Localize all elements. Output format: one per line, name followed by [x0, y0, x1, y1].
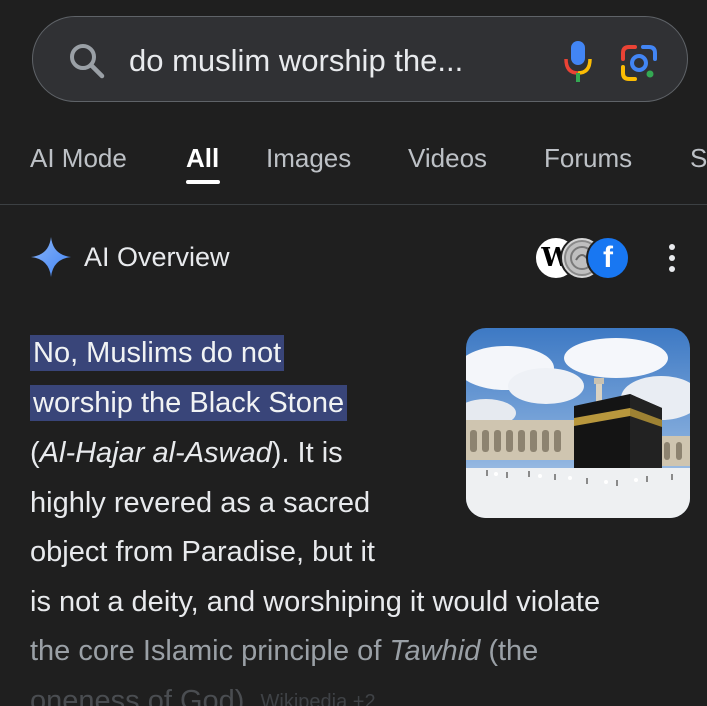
search-icon[interactable] [67, 41, 107, 81]
ai-overview-header: AI Overview W f [0, 230, 707, 286]
tab-ai-mode[interactable]: AI Mode [30, 142, 127, 174]
search-bar[interactable]: do muslim worship the... [32, 16, 688, 102]
kaaba-image [466, 328, 690, 518]
term-tawhid: Tawhid [389, 635, 481, 667]
ai-overview-title: AI Overview [84, 242, 230, 272]
facebook-icon[interactable]: f [586, 236, 630, 280]
microphone-icon[interactable] [563, 37, 593, 85]
answer-line-2: worship the Black Stone [30, 384, 348, 422]
answer-line-7-start: the core Islamic principle of [30, 635, 390, 667]
sparkle-icon [31, 237, 71, 277]
search-query[interactable]: do muslim worship the... [129, 41, 463, 81]
answer-line-5: object from Paradise, but it [30, 536, 375, 568]
search-tabs: AI Mode All Images Videos Forums S [0, 126, 707, 205]
answer-line-8-text: oneness of God). [30, 685, 253, 706]
answer-line-6: is not a deity, and worshiping it would … [30, 586, 601, 618]
answer-line-7: the core Islamic principle of Tawhid (th… [30, 632, 538, 670]
highlighted-answer-1: No, Muslims do not [30, 335, 285, 371]
kaaba-thumbnail[interactable] [466, 328, 690, 518]
tab-shopping[interactable]: S [690, 142, 707, 174]
citation-chip[interactable]: Wikipedia +2 [261, 683, 376, 706]
tab-all[interactable]: All [186, 142, 219, 174]
google-lens-icon[interactable] [619, 43, 659, 83]
answer-line-8: oneness of God). Wikipedia +2 [30, 682, 376, 706]
answer-line-4: highly revered as a sacred [30, 487, 371, 519]
facebook-letter: f [603, 241, 613, 274]
tab-images[interactable]: Images [266, 142, 351, 174]
highlighted-answer-2: worship the Black Stone [30, 385, 348, 421]
answer-line-1: No, Muslims do not [30, 334, 285, 372]
answer-line-3: (Al-Hajar al-Aswad). It is [30, 434, 343, 472]
active-tab-indicator [186, 180, 220, 184]
tab-videos[interactable]: Videos [408, 142, 487, 174]
more-options-icon[interactable] [660, 240, 684, 276]
term-al-hajar: Al-Hajar al-Aswad [39, 437, 272, 469]
tab-forums[interactable]: Forums [544, 142, 632, 174]
source-icons[interactable]: W f [534, 236, 630, 280]
search-results-page: do muslim worship the... AI Mode All Ima… [0, 0, 707, 706]
answer-line-7-end: (the [480, 635, 539, 667]
answer-line-3-rest: ). It is [271, 437, 343, 469]
paren-open: ( [30, 437, 40, 469]
